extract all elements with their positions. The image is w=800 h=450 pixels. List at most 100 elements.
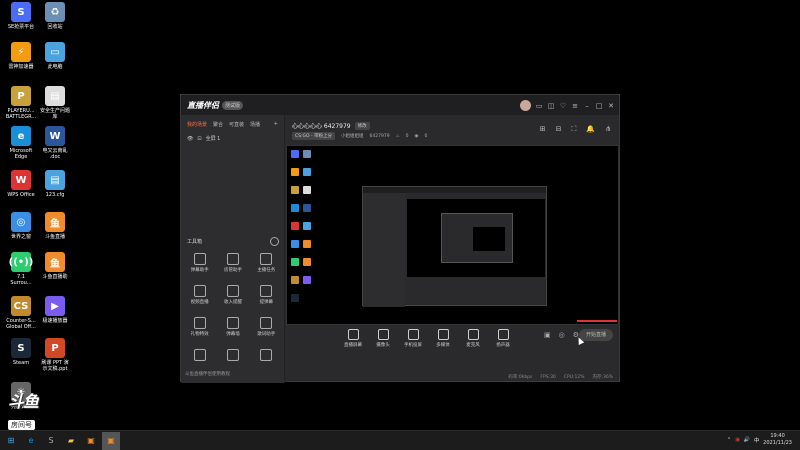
desktop-icon[interactable]: P PLAYERU... BATTLEGR... [4,86,38,120]
user-avatar[interactable] [520,100,531,111]
preview-desktop-icon [291,186,299,194]
tool-item[interactable]: 收入提醒 [216,285,249,305]
source-control[interactable]: 多媒体 [431,329,455,348]
taskbar-douyu-icon[interactable]: ▣ [102,431,120,450]
left-tab[interactable]: 聚合 [213,121,223,128]
desktop-app-icon: CS [11,296,31,316]
tool-item[interactable]: 礼物特效 [183,317,216,337]
start-live-button[interactable]: 开始直播 [579,329,613,341]
skin-icon[interactable]: ◫ [547,102,555,110]
tool-item[interactable] [183,349,216,363]
network-icon[interactable]: ▣ [735,437,740,443]
close-button[interactable]: ✕ [607,102,615,110]
tool-item[interactable]: 弹幕墙 [216,317,249,337]
tool-item[interactable] [216,349,249,363]
taskbar-app-icon[interactable]: ▣ [82,432,100,450]
nested-app-preview [362,186,547,307]
left-tab[interactable]: 可直装 [229,121,244,128]
tool-label: 收入提醒 [223,300,242,305]
desktop-icon[interactable]: 鱼斗鱼直播助 [38,252,72,280]
minimize-button[interactable]: – [583,102,591,110]
source-control[interactable]: 扬声器 [491,329,515,348]
menu-icon[interactable]: ≡ [571,102,579,110]
tool-item[interactable]: 视频直播 [183,285,216,305]
edit-room-button[interactable]: 修改 [354,121,370,130]
taskbar-edge-icon[interactable]: e [22,432,40,450]
taskbar-folder-icon[interactable]: ▰ [62,432,80,450]
desktop-icon[interactable]: 鱼斗鱼直播 [38,212,72,240]
tool-item[interactable]: 歌词助手 [250,317,283,337]
left-tab[interactable]: 我的场景 [187,121,207,128]
desktop-app-icon: ⚡ [11,42,31,62]
gift-icon[interactable]: ♡ [559,102,567,110]
language-indicator[interactable]: 中 [754,437,759,444]
eye-icon[interactable]: 👁 [187,136,193,142]
record-icon[interactable]: ⊟ [556,125,562,134]
tool-item[interactable]: 弹幕助手 [183,253,216,273]
tool-icon [193,253,206,265]
lock-icon[interactable]: ⊡ [197,136,201,142]
desktop-icon[interactable]: ⚡ 雷神加速器 [4,42,38,70]
category-selector[interactable]: CS:GO - 带粉上分 [292,132,336,140]
desktop-icon[interactable]: ▤ 123.cfg [38,170,72,198]
desktop-icon-label: 刷课 PPT 演 示文稿.ppt [41,360,69,372]
desktop-icon[interactable]: ▤ 安全生产问题 库 [38,86,72,120]
fullscreen-icon[interactable]: ⛶ [572,125,577,134]
scene-item[interactable]: 全屏 1 [206,135,221,142]
taskbar-steam-icon[interactable]: S [42,432,60,450]
desktop-icon[interactable]: ((•)) 7.1 Surrou... [4,252,38,286]
desktop-icon[interactable]: CS Counter-S... Global Off... [4,296,38,330]
tool-icon [193,349,206,361]
desktop-icon[interactable]: S Steam [4,338,38,366]
tool-item[interactable]: 房管助手 [216,253,249,273]
volume-icon[interactable]: 🔊 [744,437,750,443]
brand-badge: 测试版 [222,100,244,110]
desktop-icon[interactable]: ◎ 世界之窗 [4,212,38,240]
share-icon[interactable]: ⋔ [605,125,611,134]
desktop-icon[interactable]: e Microsoft Edge [4,126,38,160]
source-control[interactable]: 摄像头 [371,329,395,348]
tool-item[interactable]: 提弹幕 [250,285,283,305]
desktop-icon-label: Steam [12,360,30,366]
maximize-button[interactable]: □ [595,102,603,110]
camera-toggle-icon[interactable]: ▣ [544,331,551,339]
tool-item[interactable] [250,349,283,363]
stream-preview[interactable] [286,145,619,325]
preview-desktop-icon [291,276,299,284]
desktop-icon[interactable]: ▭ 此电脑 [38,42,72,70]
add-scene-icon[interactable]: + [274,121,278,128]
source-control[interactable]: 直播屏幕 [341,329,365,348]
desktop-icon[interactable]: ▶ 极速播放器 [38,296,72,324]
desktop-app-icon: S [11,338,31,358]
source-control-label: 扬声器 [496,343,510,348]
tool-icon [226,253,239,265]
watermark-logo: 斗鱼 [8,392,39,411]
desktop-icon[interactable]: P 刷课 PPT 演 示文稿.ppt [38,338,72,372]
source-control[interactable]: 手机投屏 [401,329,425,348]
notification-icon[interactable]: 🔔 [586,125,595,134]
desktop-icon-label: SE抢票平台 [7,24,35,30]
desktop-icon-label: 安全生产问题 库 [39,108,70,120]
start-button[interactable]: ⊞ [2,432,20,450]
preview-toggle-icon[interactable]: ◎ [559,331,565,339]
likes-count: 0 [405,133,409,139]
desktop-icon[interactable]: ♻ 回收站 [38,2,72,30]
desktop-icon[interactable]: W 电又云南乱 .doc [38,126,72,160]
desktop-icon[interactable]: S SE抢票平台 [4,2,38,30]
layout-icon[interactable]: ⊞ [540,125,546,134]
preview-desktop-icon [303,204,311,212]
source-control[interactable]: 麦克风 [461,329,485,348]
tray-expand-icon[interactable]: ⌃ [727,437,731,443]
desktop-icon-label: 123.cfg [45,192,65,198]
desktop-icon-label: PLAYERU... BATTLEGR... [5,108,37,120]
left-tab[interactable]: 场播 [250,121,260,128]
tool-item[interactable]: 主播任务 [250,253,283,273]
tools-more-icon[interactable] [270,237,279,246]
desktop-icon[interactable]: W WPS Office [4,170,38,198]
clock[interactable]: 19:40 2021/11/23 [763,433,792,447]
tool-icon [226,317,239,329]
status-item: 内存:36% [592,375,613,380]
message-icon[interactable]: ▭ [535,102,543,110]
source-control-label: 直播屏幕 [344,343,362,348]
tutorial-link[interactable]: 斗鱼直播伴侣使用教程 [185,371,230,377]
